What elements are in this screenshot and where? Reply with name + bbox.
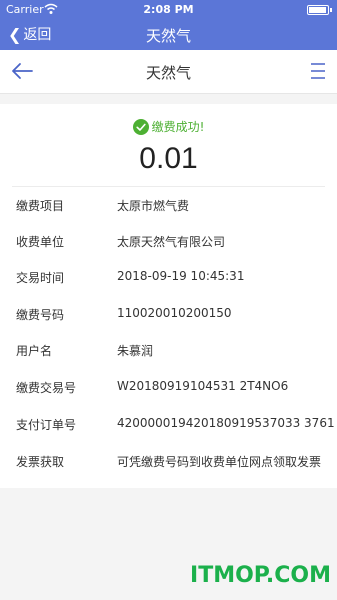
detail-label: 缴费交易号 bbox=[16, 381, 77, 395]
detail-value: 420000019420180919537033 3761 bbox=[117, 416, 335, 430]
detail-value: 太原天然气有限公司 bbox=[117, 235, 226, 249]
menu-icon[interactable] bbox=[310, 62, 326, 80]
clock: 2:08 PM bbox=[143, 3, 194, 16]
detail-row-time: 交易时间 2018-09-19 10:45:31 bbox=[0, 259, 337, 295]
detail-value: 朱慕润 bbox=[117, 344, 154, 358]
check-circle-icon bbox=[132, 118, 149, 135]
detail-label: 缴费项目 bbox=[16, 199, 65, 213]
page-title: 天然气 bbox=[145, 64, 191, 82]
detail-row-item: 缴费项目 太原市燃气费 bbox=[0, 187, 337, 223]
detail-value: 太原市燃气费 bbox=[117, 199, 190, 213]
sub-header: 天然气 bbox=[0, 50, 337, 94]
payment-result-card: 缴费成功! 0.01 缴费项目 太原市燃气费 收费单位 太原天然气有限公司 交易… bbox=[0, 104, 337, 488]
detail-row-username: 用户名 朱慕润 bbox=[0, 332, 337, 368]
detail-label: 缴费号码 bbox=[16, 308, 65, 322]
detail-value: 可凭缴费号码到收费单位网点领取发票 bbox=[117, 455, 322, 469]
detail-row-transaction-id: 缴费交易号 W20180919104531 2T4NO6 bbox=[0, 369, 337, 405]
detail-label: 发票获取 bbox=[16, 455, 65, 469]
payment-amount: 0.01 bbox=[139, 142, 198, 175]
detail-row-order-id: 支付订单号 420000019420180919537033 3761 bbox=[0, 406, 337, 442]
detail-row-payee: 收费单位 太原天然气有限公司 bbox=[0, 223, 337, 259]
nav-bar: ❮ 返回 天然气 bbox=[0, 20, 337, 50]
battery-icon bbox=[307, 5, 332, 15]
success-text: 缴费成功! bbox=[151, 120, 205, 134]
detail-label: 用户名 bbox=[16, 344, 53, 358]
detail-label: 收费单位 bbox=[16, 235, 65, 249]
detail-label: 交易时间 bbox=[16, 271, 65, 285]
detail-value: W20180919104531 2T4NO6 bbox=[117, 379, 289, 393]
detail-value: 110020010200150 bbox=[117, 306, 232, 320]
status-bar: Carrier 2:08 PM bbox=[0, 0, 337, 20]
detail-label: 支付订单号 bbox=[16, 418, 77, 432]
detail-value: 2018-09-19 10:45:31 bbox=[117, 269, 245, 283]
success-status: 缴费成功! bbox=[0, 118, 337, 135]
detail-row-invoice: 发票获取 可凭缴费号码到收费单位网点领取发票 bbox=[0, 443, 337, 479]
watermark: ITMOP.COM bbox=[190, 563, 331, 588]
nav-title: 天然气 bbox=[145, 27, 191, 45]
detail-row-account: 缴费号码 110020010200150 bbox=[0, 296, 337, 332]
